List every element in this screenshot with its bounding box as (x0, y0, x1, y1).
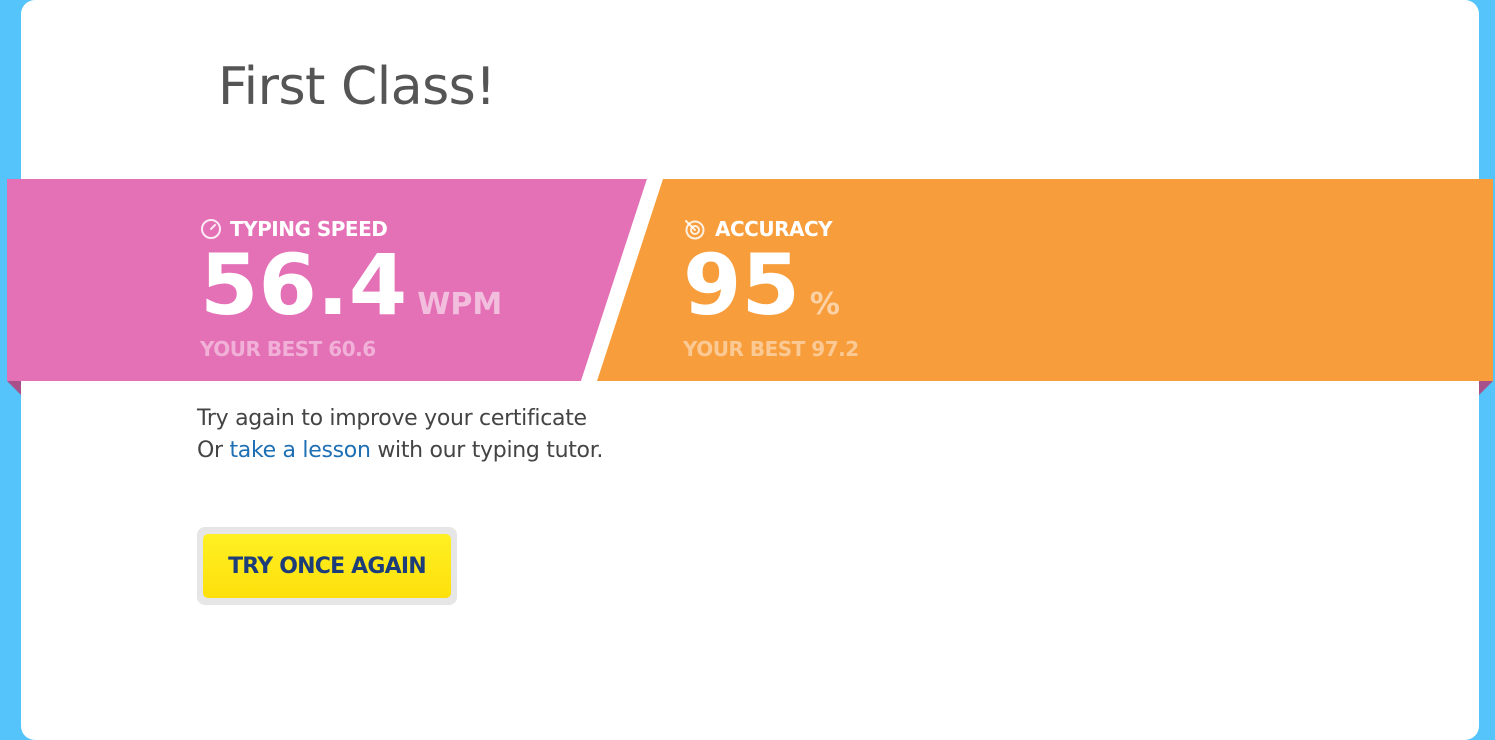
typing-speed-value-row: 56.4 WPM (200, 236, 503, 334)
typing-speed-best: YOUR BEST 60.6 (200, 337, 376, 361)
results-banner: TYPING SPEED 56.4 WPM YOUR BEST 60.6 ACC… (7, 179, 1493, 381)
improvement-message: Try again to improve your certificate Or… (197, 403, 603, 467)
accuracy-unit: % (809, 287, 840, 322)
message-line-2: Or take a lesson with our typing tutor. (197, 435, 603, 467)
page-title: First Class! (218, 57, 496, 117)
accuracy-best: YOUR BEST 97.2 (683, 337, 859, 361)
try-again-button-frame: TRY ONCE AGAIN (197, 527, 457, 605)
typing-speed-unit: WPM (417, 287, 503, 322)
message-suffix: with our typing tutor. (370, 438, 604, 463)
accuracy-value-row: 95 % (683, 236, 840, 334)
accuracy-value: 95 (683, 236, 800, 334)
message-line-1: Try again to improve your certificate (197, 406, 587, 431)
typing-speed-value: 56.4 (200, 236, 408, 334)
take-lesson-link[interactable]: take a lesson (229, 438, 370, 463)
banner-fold-left (7, 381, 21, 395)
banner-fold-right (1479, 381, 1493, 395)
try-once-again-button[interactable]: TRY ONCE AGAIN (203, 534, 451, 598)
message-prefix: Or (197, 438, 230, 463)
